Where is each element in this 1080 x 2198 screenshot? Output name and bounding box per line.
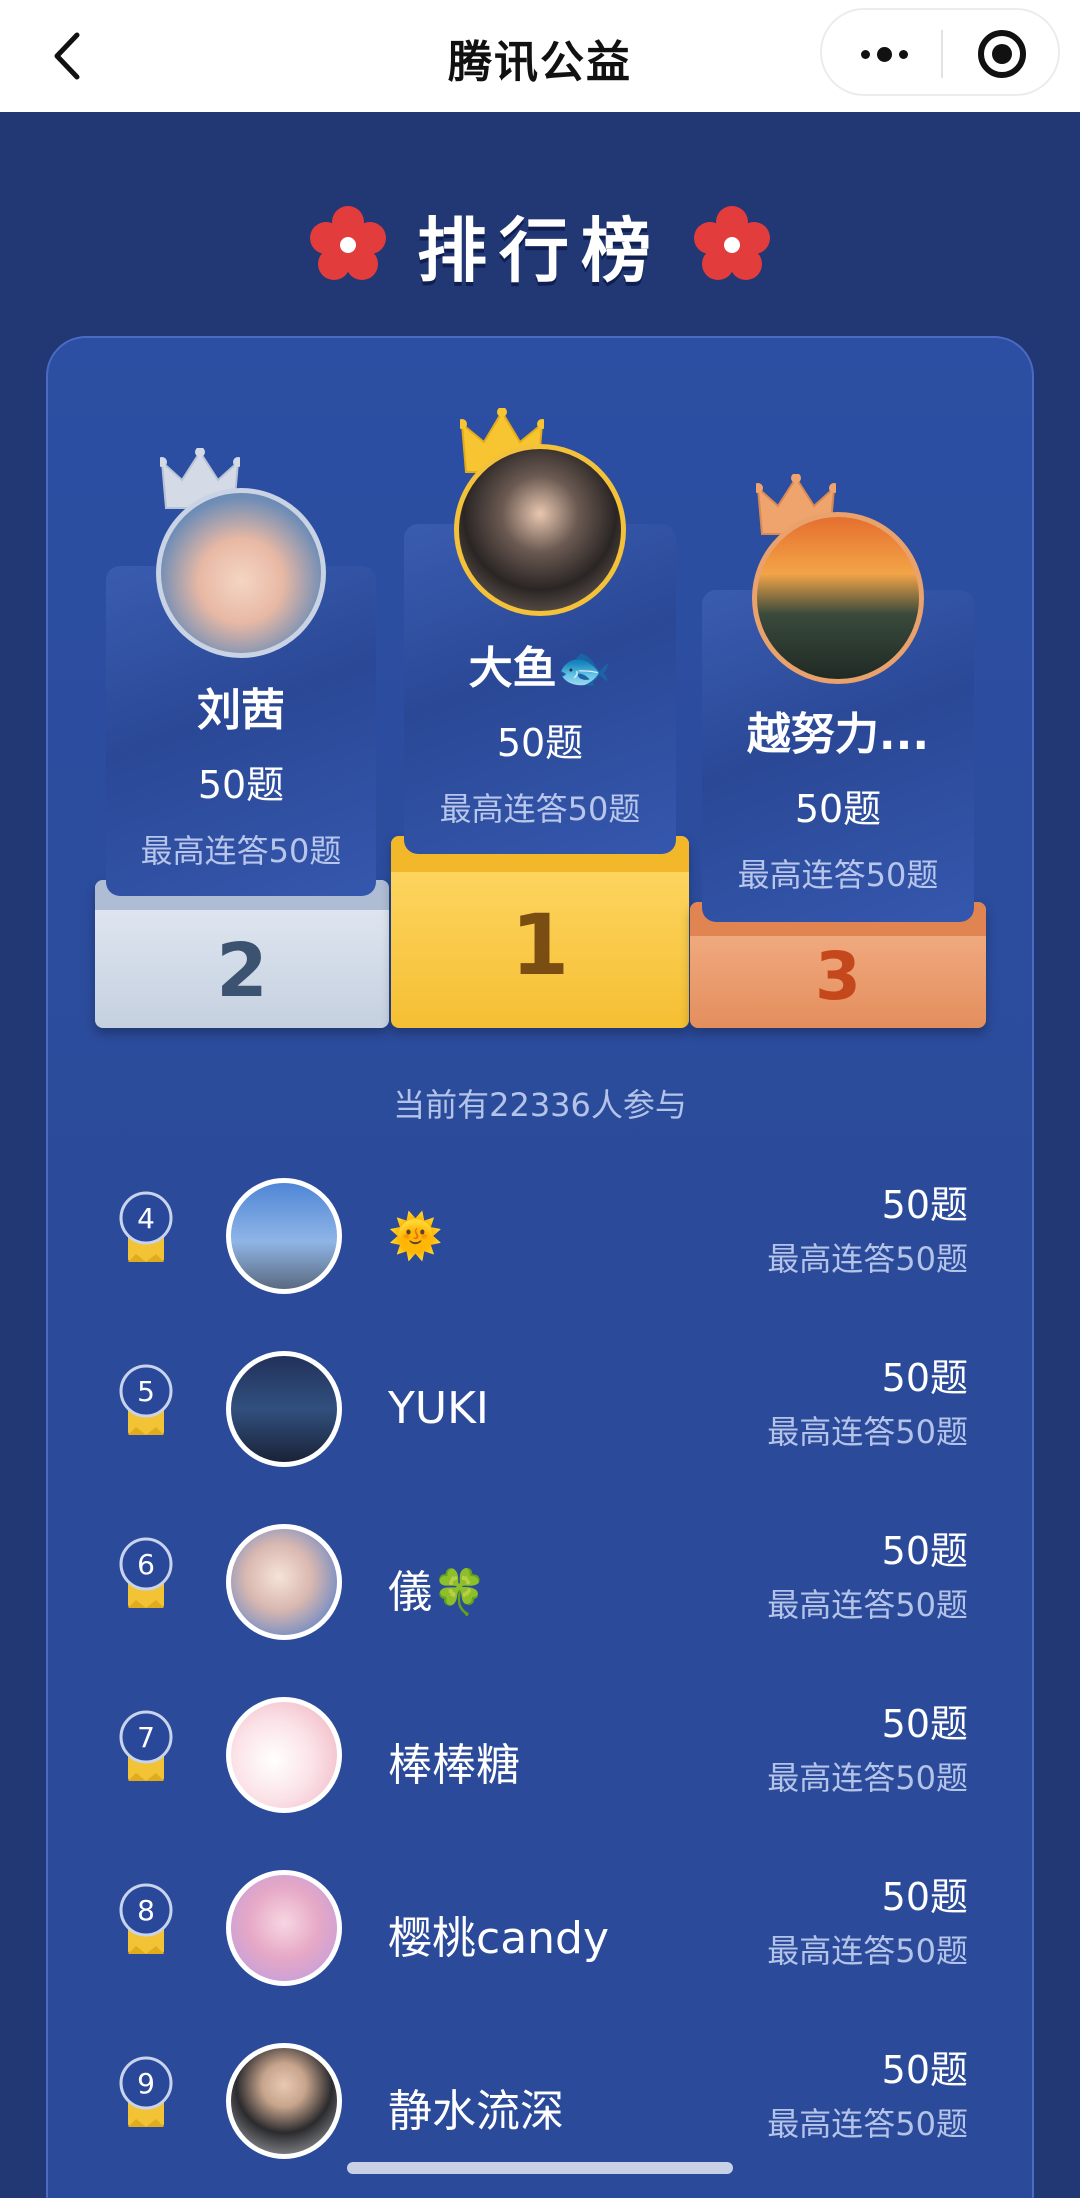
answer-count: 50题 bbox=[881, 1875, 968, 1919]
streak-text: 最高连答50题 bbox=[767, 1932, 968, 1970]
podium-streak: 最高连答50题 bbox=[439, 790, 641, 828]
streak-text: 最高连答50题 bbox=[767, 2105, 968, 2143]
user-name: 儀🍀 bbox=[388, 1567, 487, 1618]
more-button[interactable] bbox=[844, 30, 924, 78]
list-item[interactable]: 8 樱桃candy 50题 最高连答50题 bbox=[0, 1856, 1080, 2006]
list-item[interactable]: 4 🌞 50题 最高连答50题 bbox=[0, 1164, 1080, 1314]
list-item[interactable]: 6 儀🍀 50题 最高连答50题 bbox=[0, 1510, 1080, 1660]
podium-step-first: 1 bbox=[391, 836, 689, 1028]
avatar bbox=[226, 2043, 342, 2159]
flower-icon bbox=[694, 206, 770, 280]
user-name: 静水流深 bbox=[388, 2086, 564, 2137]
avatar bbox=[226, 1178, 342, 1294]
user-name: 樱桃candy bbox=[388, 1913, 610, 1964]
podium-name-first: 大鱼🐟 bbox=[468, 643, 612, 694]
streak-text: 最高连答50题 bbox=[767, 1586, 968, 1624]
medal-icon: 5 bbox=[119, 1364, 173, 1435]
leaderboard-header: 排行榜 bbox=[0, 200, 1080, 292]
rank-number: 4 bbox=[137, 1202, 155, 1235]
rank-number: 5 bbox=[137, 1375, 155, 1408]
rank-number: 9 bbox=[137, 2067, 155, 2100]
participants-count: 当前有22336人参与 bbox=[393, 1086, 687, 1124]
podium-count: 50题 bbox=[496, 721, 584, 765]
medal-icon: 9 bbox=[119, 2056, 173, 2127]
avatar bbox=[156, 488, 326, 658]
user-name: 棒棒糖 bbox=[388, 1740, 520, 1791]
answer-count: 50题 bbox=[881, 1529, 968, 1573]
medal-icon: 8 bbox=[119, 1883, 173, 1954]
streak-text: 最高连答50题 bbox=[767, 1759, 968, 1797]
podium-rank-number: 2 bbox=[216, 928, 268, 1014]
avatar bbox=[752, 512, 924, 684]
medal-icon: 4 bbox=[119, 1191, 173, 1262]
home-indicator bbox=[347, 2162, 733, 2174]
user-name: YUKI bbox=[388, 1383, 489, 1434]
answer-count: 50题 bbox=[881, 1702, 968, 1746]
fish-emoji: 🐟 bbox=[556, 643, 612, 694]
podium-rank-number: 3 bbox=[815, 938, 861, 1015]
leaderboard-title: 排行榜 bbox=[417, 209, 663, 292]
miniprogram-capsule bbox=[820, 8, 1060, 96]
streak-text: 最高连答50题 bbox=[767, 1240, 968, 1278]
nav-bar: 腾讯公益 bbox=[0, 0, 1080, 112]
podium-rank-number: 1 bbox=[510, 896, 570, 994]
rank-number: 6 bbox=[137, 1548, 155, 1581]
close-miniprogram-button[interactable] bbox=[978, 30, 1026, 78]
podium-name: 越努力... bbox=[746, 709, 930, 760]
user-name: 🌞 bbox=[388, 1211, 443, 1262]
medal-icon: 6 bbox=[119, 1537, 173, 1608]
podium-count: 50题 bbox=[197, 763, 285, 807]
answer-count: 50题 bbox=[881, 1356, 968, 1400]
list-item[interactable]: 5 YUKI 50题 最高连答50题 bbox=[0, 1337, 1080, 1487]
podium-count: 50题 bbox=[794, 787, 882, 831]
rank-number: 7 bbox=[137, 1721, 155, 1754]
more-dot-icon bbox=[860, 49, 870, 59]
avatar bbox=[454, 444, 626, 616]
answer-count: 50题 bbox=[881, 1183, 968, 1227]
capsule-divider bbox=[941, 30, 943, 78]
medal-icon: 7 bbox=[119, 1710, 173, 1781]
avatar bbox=[226, 1351, 342, 1467]
streak-text: 最高连答50题 bbox=[767, 1413, 968, 1451]
podium-step-second: 2 bbox=[95, 880, 389, 1028]
podium-streak: 最高连答50题 bbox=[737, 856, 939, 894]
more-dot-icon bbox=[898, 49, 908, 59]
rank-number: 8 bbox=[137, 1894, 155, 1927]
more-dot-icon bbox=[876, 46, 892, 62]
flower-icon bbox=[310, 206, 386, 280]
list-item[interactable]: 9 静水流深 50题 最高连答50题 bbox=[0, 2029, 1080, 2179]
avatar bbox=[226, 1697, 342, 1813]
avatar bbox=[226, 1870, 342, 1986]
list-item[interactable]: 7 棒棒糖 50题 最高连答50题 bbox=[0, 1683, 1080, 1833]
podium-name: 刘茜 bbox=[197, 685, 285, 736]
avatar bbox=[226, 1524, 342, 1640]
podium-streak: 最高连答50题 bbox=[140, 832, 342, 870]
answer-count: 50题 bbox=[881, 2048, 968, 2092]
